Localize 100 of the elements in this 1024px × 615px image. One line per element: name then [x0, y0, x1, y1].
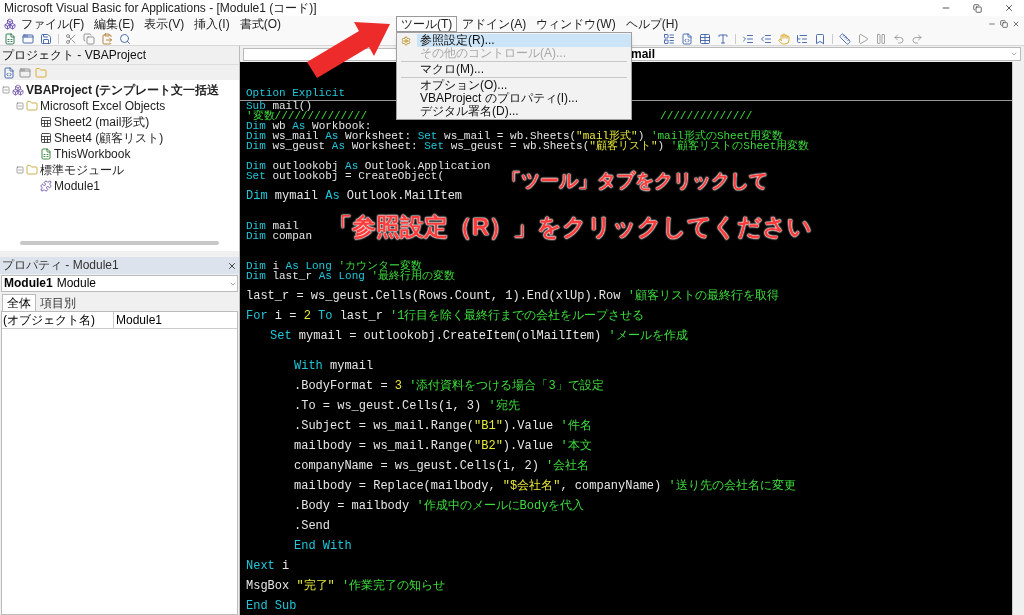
tree-item[interactable]: Module1: [54, 178, 101, 194]
clipboard-icon[interactable]: [101, 32, 113, 45]
play-icon[interactable]: [857, 32, 869, 45]
pane-title: プロパティ - Module1: [2, 257, 119, 274]
tab[interactable]: 全体: [2, 294, 36, 311]
spreadsheet-icon[interactable]: [4, 32, 16, 45]
instruction-text: 「参照設定（R）」をクリックしてください: [328, 212, 813, 242]
window-icon[interactable]: [22, 32, 34, 45]
code-text: Dim ws_mail As Worksheet: Set ws_mail = wb.Sheets("mail形式") 'mail形式のSheet用変数: [246, 131, 783, 141]
tree-item[interactable]: VBAProject (テンプレート文一括送: [26, 82, 220, 98]
code-text: Dim i As Long 'カウンター変数: [246, 261, 423, 271]
code-text: .Body = mailbody '作成中のメールにBodyを代入: [294, 501, 585, 511]
menu-item[interactable]: 表示(V): [139, 16, 190, 32]
code-text: MsgBox "完了" '作業完了の知らせ: [246, 581, 446, 591]
close-icon[interactable]: [1004, 3, 1014, 13]
code-text: Next i: [246, 561, 290, 571]
code-text: Dim outlookobj As Outlook.Application: [246, 161, 491, 171]
code-text: mailbody = ws_mail.Range("B2").Value '本文: [294, 441, 592, 451]
code-text: .To = ws_geust.Cells(i, 3) '宛先: [294, 401, 520, 411]
sheet-icon[interactable]: [40, 116, 52, 128]
scrollbar[interactable]: [20, 241, 219, 245]
folder-icon[interactable]: [26, 164, 38, 176]
property-name: (オブジェクト名): [2, 312, 114, 328]
table-icon[interactable]: [699, 32, 711, 45]
code-text: Set mymail = outlookobj.CreateItem(olMailItem) 'メールを作成: [270, 331, 688, 341]
pause-icon[interactable]: [875, 32, 887, 45]
outdent-icon[interactable]: [760, 32, 772, 45]
references-icon: [401, 35, 411, 46]
tree-item[interactable]: 標準モジュール: [40, 162, 124, 178]
code-text: Dim last_r As Long '最終行用の変数: [246, 271, 456, 281]
menu-item[interactable]: アドイン(A): [457, 16, 532, 32]
menu-item[interactable]: ウィンドウ(W): [531, 16, 621, 32]
menu-item[interactable]: ファイル(F): [16, 16, 90, 32]
menu-item[interactable]: VBAProject のプロパティ(I)...: [417, 92, 631, 105]
folder-icon[interactable]: [35, 66, 47, 79]
code-text: companyName = ws_geust.Cells(i, 2) '会社名: [294, 461, 590, 471]
menu-item[interactable]: ヘルプ(H): [620, 16, 684, 32]
menu-item[interactable]: 編集(E): [89, 16, 140, 32]
close-icon[interactable]: [1012, 20, 1020, 28]
collapse-icon[interactable]: [16, 166, 24, 174]
project-icon[interactable]: [12, 84, 24, 96]
code-text: Dim wb As Workbook:: [246, 121, 372, 131]
tree-item[interactable]: Sheet2 (mail形式): [54, 114, 150, 130]
menu-item[interactable]: 書式(O): [234, 16, 286, 32]
tree-item[interactable]: Microsoft Excel Objects: [40, 98, 166, 114]
code-text: End Sub: [246, 601, 297, 611]
module-icon[interactable]: [40, 180, 52, 192]
property-value[interactable]: Module1: [114, 312, 163, 328]
code-icon[interactable]: [681, 32, 693, 45]
code-text: last_r = ws_geust.Cells(Rows.Count, 1).End(xlUp).Row '顧客リストの最終行を取得: [246, 291, 779, 301]
code-text: Sub mail(): [246, 101, 312, 111]
restore-icon[interactable]: [973, 3, 982, 13]
collapse-icon[interactable]: [2, 86, 10, 94]
bookmark-icon[interactable]: [814, 32, 826, 45]
app-icon[interactable]: [4, 18, 16, 30]
menu-item[interactable]: オプション(O)...: [417, 79, 631, 92]
save-icon[interactable]: [40, 32, 52, 45]
window-title: Microsoft Visual Basic for Applications - [Module1 (コード)]: [4, 0, 317, 16]
undo-icon[interactable]: [893, 32, 905, 45]
scissors-icon[interactable]: [65, 32, 77, 45]
menu-item[interactable]: 参照設定(R)...: [417, 34, 631, 47]
folder-icon[interactable]: [26, 100, 38, 112]
search-icon[interactable]: [119, 32, 131, 45]
scrollbar[interactable]: [1012, 62, 1024, 615]
code-text: For i = 2 To last_r '1行目を除く最終行までの会社をループさせる: [246, 311, 645, 321]
view-object-icon[interactable]: [19, 66, 31, 79]
menu-item[interactable]: 挿入(I): [189, 16, 235, 32]
code-text: .Send: [294, 521, 330, 531]
tree-item[interactable]: Sheet4 (顧客リスト): [54, 130, 164, 146]
code-text: .Subject = ws_mail.Range("B1").Value '件名: [294, 421, 592, 431]
redo-icon[interactable]: [911, 32, 923, 45]
code-text: .BodyFormat = 3 '添付資料をつける場合「3」で設定: [294, 381, 604, 391]
list-icon[interactable]: [663, 32, 675, 45]
tab[interactable]: 項目別: [36, 295, 80, 311]
code-text: End With: [294, 541, 352, 551]
close-icon[interactable]: [227, 260, 237, 271]
code-text: mailbody = Replace(mailbody, "$会社名", companyName) '送り先の会社名に変更: [294, 481, 796, 491]
instruction-text: 「ツール」タブをクリックして: [502, 170, 768, 192]
hand-icon[interactable]: [778, 32, 790, 45]
menu-item[interactable]: マクロ(M)...: [417, 63, 631, 76]
tree-item[interactable]: ThisWorkbook: [54, 146, 131, 162]
restore-icon[interactable]: [1000, 20, 1008, 28]
pane-title: プロジェクト - VBAProject: [2, 47, 147, 63]
collapse-icon[interactable]: [16, 102, 24, 110]
view-code-icon[interactable]: [3, 66, 15, 79]
text-icon[interactable]: [717, 32, 729, 45]
ruler-icon[interactable]: [839, 32, 851, 45]
tree-icon[interactable]: [796, 32, 808, 45]
code-text: //////////////: [660, 111, 753, 121]
indent-icon[interactable]: [742, 32, 754, 45]
code-text: Dim ws_geust As Worksheet: Set ws_geust = wb.Sheets("顧客リスト") '顧客リストのSheet用変数: [246, 141, 810, 151]
sheet-icon[interactable]: [40, 132, 52, 144]
code-text: Set outlookobj = CreateObject(: [246, 171, 445, 181]
object-dropdown[interactable]: Module1 Module: [1, 275, 238, 292]
copy-icon[interactable]: [83, 32, 95, 45]
code-text: With mymail: [294, 361, 374, 371]
minimize-icon[interactable]: [988, 20, 996, 28]
menu-item[interactable]: デジタル署名(D)...: [417, 105, 631, 118]
code-text: Option Explicit: [246, 88, 346, 98]
menu-item[interactable]: ツール(T): [396, 16, 458, 32]
